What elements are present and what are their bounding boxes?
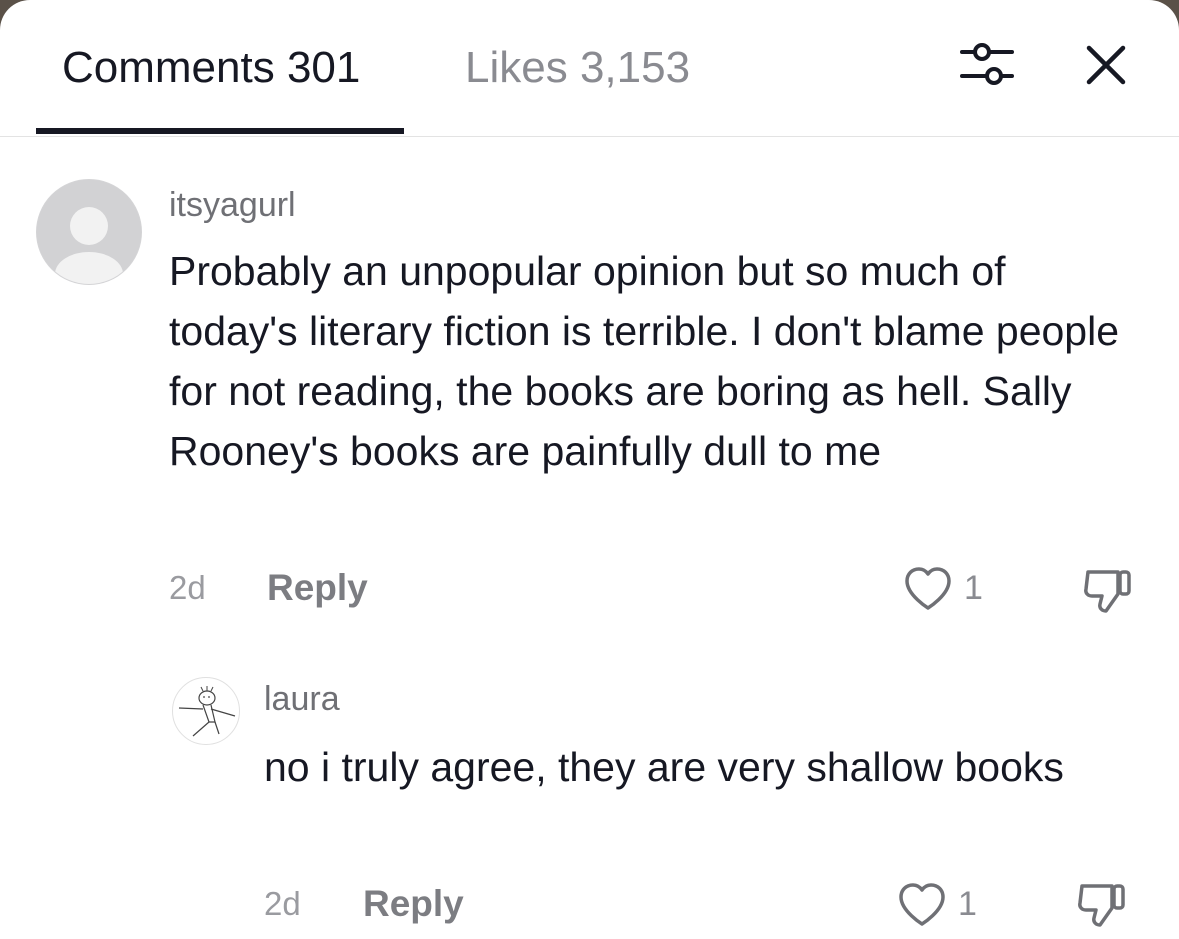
comment-timestamp: 2d xyxy=(264,885,301,922)
comment-text: no i truly agree, they are very shallow … xyxy=(264,744,1064,790)
heart-icon[interactable] xyxy=(903,566,953,612)
default-avatar-icon[interactable] xyxy=(36,179,142,285)
like-count: 1 xyxy=(958,885,977,923)
reply-button[interactable]: Reply xyxy=(363,883,464,925)
tab-comments[interactable]: Comments 301 xyxy=(62,40,360,96)
like-count: 1 xyxy=(964,569,983,607)
thumbs-down-icon[interactable] xyxy=(1076,880,1128,930)
comment-username[interactable]: itsyagurl xyxy=(169,186,296,225)
close-icon[interactable] xyxy=(1082,41,1130,89)
comment-timestamp: 2d xyxy=(169,569,206,606)
reply-button[interactable]: Reply xyxy=(267,567,368,609)
comment-text: Probably an unpopular opinion but so muc… xyxy=(169,248,1120,474)
comments-sheet: Comments 301 Likes 3,153 itsyagurl Proba… xyxy=(0,0,1179,939)
comments-header: Comments 301 Likes 3,153 xyxy=(0,0,1179,137)
doodle-avatar[interactable] xyxy=(172,677,240,745)
filter-sliders-icon[interactable] xyxy=(958,40,1016,88)
active-tab-indicator xyxy=(36,128,404,134)
heart-icon[interactable] xyxy=(897,882,947,928)
comment-username[interactable]: laura xyxy=(264,680,340,719)
tab-likes[interactable]: Likes 3,153 xyxy=(465,40,690,96)
thumbs-down-icon[interactable] xyxy=(1082,566,1134,616)
